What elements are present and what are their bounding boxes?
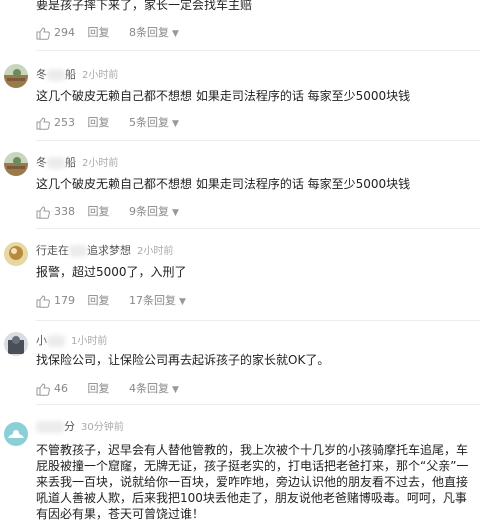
reply-button[interactable]: 回复 (88, 380, 126, 396)
replies-count: 5条回复 (129, 116, 169, 129)
divider (36, 140, 480, 141)
comment-meta: 冬船 2小时前 (36, 66, 118, 82)
comment-item: 分 30分钟前 不管教孩子，迟早会有人替他管教的，我上次被个十几岁的小孩骑摩托车追… (0, 410, 480, 522)
chevron-down-icon: ▼ (172, 208, 179, 218)
thumbs-up-icon (36, 205, 50, 219)
thumbs-up-icon (36, 294, 50, 308)
divider (36, 320, 480, 321)
username[interactable]: 分 (36, 420, 75, 433)
avatar[interactable] (4, 152, 28, 176)
comment-meta: 行走在 追求梦想 2小时前 (36, 242, 173, 258)
avatar-image (4, 242, 28, 266)
reply-button[interactable]: 回复 (88, 203, 126, 219)
comment-meta: 分 30分钟前 (36, 418, 124, 434)
comment-text: 这几个破皮无赖自己都不想想 如果走司法程序的话 每家至少5000块钱 (36, 177, 411, 191)
blurred-username (47, 335, 65, 347)
view-replies-button[interactable]: 4条回复 ▼ (129, 380, 179, 396)
view-replies-button[interactable]: 9条回复 ▼ (129, 203, 179, 219)
timestamp: 30分钟前 (81, 422, 124, 433)
avatar-image (4, 64, 28, 88)
like-button[interactable]: 294 (36, 26, 84, 40)
avatar[interactable] (4, 242, 28, 266)
reply-button[interactable]: 回复 (88, 292, 126, 308)
username[interactable]: 冬船 (36, 156, 76, 169)
avatar-image (4, 152, 28, 176)
view-replies-button[interactable]: 5条回复 ▼ (129, 114, 179, 130)
comment-item: 行走在 追求梦想 2小时前 报警，超过5000了，入刑了 179 回复 17条回复 ▼ (0, 234, 480, 320)
reply-button[interactable]: 回复 (88, 24, 126, 40)
avatar[interactable] (4, 422, 28, 446)
divider (36, 228, 480, 229)
comment-meta: 冬船 2小时前 (36, 154, 118, 170)
comment-meta: 小 1小时前 (36, 332, 107, 348)
username[interactable]: 行走在 追求梦想 (36, 244, 131, 257)
comment-item: 小 1小时前 找保险公司，让保险公司再去起诉孩子的家长就OK了。 46 回复 4条… (0, 326, 480, 406)
like-count: 253 (54, 116, 75, 129)
comment-text: 这几个破皮无赖自己都不想想 如果走司法程序的话 每家至少5000块钱 (36, 89, 411, 103)
replies-count: 17条回复 (129, 294, 176, 307)
like-button[interactable]: 46 (36, 382, 84, 396)
comment-text: 报警，超过5000了，入刑了 (36, 265, 187, 279)
blurred-username (36, 421, 64, 433)
comment-top: 要是孩子摔下来了，家长一定会找车主赔 294 回复 8条回复 ▼ (0, 0, 480, 44)
chevron-down-icon: ▼ (172, 29, 179, 39)
username[interactable]: 冬船 (36, 68, 76, 81)
comment-text: 找保险公司，让保险公司再去起诉孩子的家长就OK了。 (36, 353, 330, 367)
username[interactable]: 小 (36, 334, 65, 347)
blurred-username (47, 157, 65, 169)
timestamp: 1小时前 (71, 336, 108, 347)
divider (36, 50, 480, 51)
timestamp: 2小时前 (137, 246, 174, 257)
thumbs-up-icon (36, 382, 50, 396)
like-count: 179 (54, 294, 75, 307)
thumbs-up-icon (36, 116, 50, 130)
chevron-down-icon: ▼ (179, 297, 186, 307)
avatar[interactable] (4, 64, 28, 88)
blurred-username (47, 69, 65, 81)
like-button[interactable]: 338 (36, 205, 84, 219)
replies-count: 8条回复 (129, 26, 169, 39)
comment-actions: 294 回复 8条回复 ▼ (36, 24, 179, 40)
like-button[interactable]: 253 (36, 116, 84, 130)
avatar[interactable] (4, 332, 28, 356)
avatar-image (4, 332, 28, 356)
replies-count: 4条回复 (129, 382, 169, 395)
reply-button[interactable]: 回复 (88, 114, 126, 130)
avatar-image (4, 422, 28, 446)
chevron-down-icon: ▼ (172, 119, 179, 129)
like-count: 338 (54, 205, 75, 218)
comment-item: 冬船 2小时前 这几个破皮无赖自己都不想想 如果走司法程序的话 每家至少5000块… (0, 58, 480, 138)
view-replies-button[interactable]: 17条回复 ▼ (129, 292, 186, 308)
like-count: 46 (54, 382, 68, 395)
thumbs-up-icon (36, 26, 50, 40)
comment-item: 冬船 2小时前 这几个破皮无赖自己都不想想 如果走司法程序的话 每家至少5000块… (0, 146, 480, 226)
chevron-down-icon: ▼ (172, 385, 179, 395)
like-count: 294 (54, 26, 75, 39)
comment-actions: 338 回复 9条回复 ▼ (36, 203, 179, 219)
comment-text: 要是孩子摔下来了，家长一定会找车主赔 (36, 0, 253, 12)
replies-count: 9条回复 (129, 205, 169, 218)
comment-actions: 179 回复 17条回复 ▼ (36, 292, 186, 308)
view-replies-button[interactable]: 8条回复 ▼ (129, 24, 179, 40)
blurred-username (69, 245, 87, 257)
comment-text: 不管教孩子，迟早会有人替他管教的，我上次被个十几岁的小孩骑摩托车追尾，车屁股被撞… (36, 443, 469, 521)
comment-actions: 253 回复 5条回复 ▼ (36, 114, 179, 130)
timestamp: 2小时前 (82, 70, 119, 81)
divider (36, 404, 480, 405)
like-button[interactable]: 179 (36, 294, 84, 308)
timestamp: 2小时前 (82, 158, 119, 169)
comment-actions: 46 回复 4条回复 ▼ (36, 380, 179, 396)
